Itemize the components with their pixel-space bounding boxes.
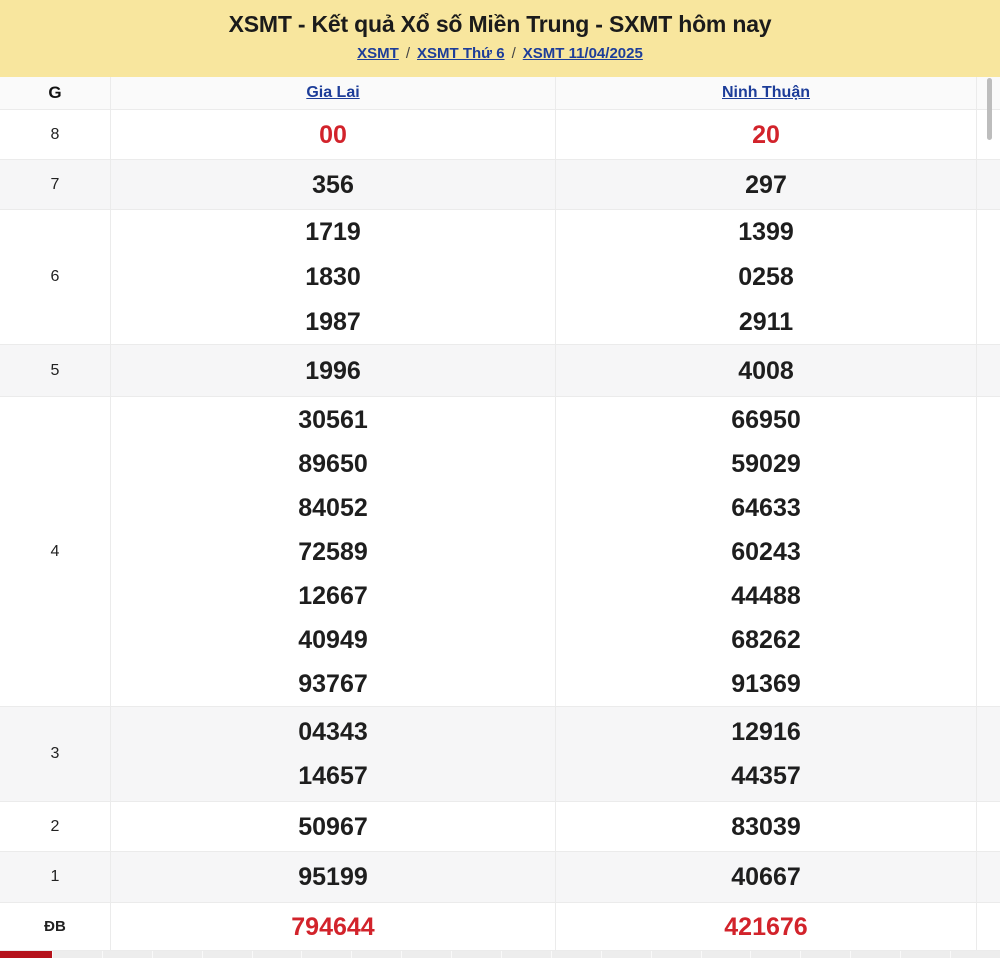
result-number: 20 bbox=[556, 113, 976, 157]
result-number: 2911 bbox=[556, 300, 976, 345]
prize-label: 1 bbox=[0, 852, 111, 902]
column-header-gia-lai-link[interactable]: Gia Lai bbox=[111, 77, 555, 109]
result-number: 89650 bbox=[111, 442, 555, 486]
prize-label: 5 bbox=[0, 345, 111, 396]
result-number: 30561 bbox=[111, 398, 555, 442]
result-number-jackpot: 794644 bbox=[111, 905, 555, 949]
result-number: 60243 bbox=[556, 530, 976, 574]
prize-label: 4 bbox=[0, 397, 111, 706]
result-number: 12916 bbox=[556, 710, 976, 754]
result-number: 1996 bbox=[111, 349, 555, 393]
prize-row-7: 7 356 297 bbox=[0, 160, 1000, 210]
result-number: 64633 bbox=[556, 486, 976, 530]
result-number: 44488 bbox=[556, 574, 976, 618]
prize-row-8: 8 00 20 bbox=[0, 110, 1000, 160]
result-number: 72589 bbox=[111, 530, 555, 574]
result-number: 00 bbox=[111, 113, 555, 157]
loto-table-partial bbox=[0, 951, 1000, 958]
breadcrumb-link-xsmt-thu6[interactable]: XSMT Thứ 6 bbox=[417, 45, 505, 62]
result-number: 297 bbox=[556, 163, 976, 207]
vertical-scrollbar-thumb[interactable] bbox=[987, 78, 992, 140]
lottery-results-page: XSMT - Kết quả Xổ số Miền Trung - SXMT h… bbox=[0, 0, 1000, 958]
result-number: 59029 bbox=[556, 442, 976, 486]
column-header-ninh-thuan-link[interactable]: Ninh Thuận bbox=[556, 77, 976, 109]
result-number: 1719 bbox=[111, 210, 555, 255]
prize-row-1: 1 95199 40667 bbox=[0, 852, 1000, 903]
table-header-row: G Gia Lai Ninh Thuận bbox=[0, 77, 1000, 110]
prize-label: ĐB bbox=[0, 903, 111, 950]
result-number: 356 bbox=[111, 163, 555, 207]
result-number: 4008 bbox=[556, 349, 976, 393]
result-number: 12667 bbox=[111, 574, 555, 618]
breadcrumb: XSMT / XSMT Thứ 6 / XSMT 11/04/2025 bbox=[0, 45, 1000, 62]
result-number: 44357 bbox=[556, 754, 976, 798]
result-number: 0258 bbox=[556, 255, 976, 300]
result-number: 93767 bbox=[111, 662, 555, 706]
result-number: 84052 bbox=[111, 486, 555, 530]
result-number: 68262 bbox=[556, 618, 976, 662]
prize-label: 3 bbox=[0, 707, 111, 801]
result-number: 40667 bbox=[556, 855, 976, 899]
result-number: 66950 bbox=[556, 398, 976, 442]
prize-label: 2 bbox=[0, 802, 111, 851]
breadcrumb-separator: / bbox=[512, 45, 516, 62]
page-title: XSMT - Kết quả Xổ số Miền Trung - SXMT h… bbox=[0, 9, 1000, 39]
loto-table-red-header-cell bbox=[0, 951, 52, 958]
column-header-prize: G bbox=[0, 77, 111, 109]
result-number: 83039 bbox=[556, 805, 976, 849]
prize-label: 6 bbox=[0, 210, 111, 344]
prize-row-3: 3 04343 14657 12916 44357 bbox=[0, 707, 1000, 802]
page-header: XSMT - Kết quả Xổ số Miền Trung - SXMT h… bbox=[0, 0, 1000, 77]
breadcrumb-link-xsmt[interactable]: XSMT bbox=[357, 45, 399, 62]
result-number: 1830 bbox=[111, 255, 555, 300]
result-number: 40949 bbox=[111, 618, 555, 662]
result-number-jackpot: 421676 bbox=[556, 905, 976, 949]
result-number: 95199 bbox=[111, 855, 555, 899]
prize-row-5: 5 1996 4008 bbox=[0, 345, 1000, 397]
breadcrumb-separator: / bbox=[406, 45, 410, 62]
prize-label: 8 bbox=[0, 110, 111, 159]
result-number: 50967 bbox=[111, 805, 555, 849]
prize-row-db: ĐB 794644 421676 bbox=[0, 903, 1000, 951]
result-number: 1399 bbox=[556, 210, 976, 255]
prize-row-6: 6 1719 1830 1987 1399 0258 2911 bbox=[0, 210, 1000, 345]
result-number: 14657 bbox=[111, 754, 555, 798]
breadcrumb-link-xsmt-date[interactable]: XSMT 11/04/2025 bbox=[523, 45, 643, 62]
prize-label: 7 bbox=[0, 160, 111, 209]
prize-row-2: 2 50967 83039 bbox=[0, 802, 1000, 852]
prize-row-4: 4 30561 89650 84052 72589 12667 40949 93… bbox=[0, 397, 1000, 707]
result-number: 04343 bbox=[111, 710, 555, 754]
result-number: 1987 bbox=[111, 300, 555, 345]
result-number: 91369 bbox=[556, 662, 976, 706]
